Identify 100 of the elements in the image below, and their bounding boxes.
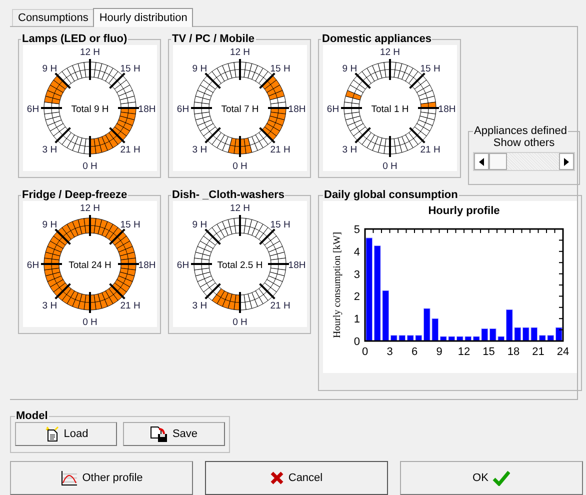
group-title: TV / PC / Mobile: [171, 33, 256, 45]
hour-label: 21 H: [270, 300, 290, 312]
chart-title: Hourly profile: [428, 205, 500, 217]
tab[interactable]: Hourly distribution: [93, 8, 194, 27]
group-title: Fridge / Deep-freeze: [21, 189, 128, 201]
ring-segment[interactable]: [83, 62, 90, 78]
y-tick-label: 1: [354, 314, 360, 326]
ring-segment[interactable]: [270, 258, 286, 264]
ring-segment[interactable]: [120, 258, 136, 264]
ring-segment[interactable]: [120, 102, 136, 108]
hour-label: 0 H: [82, 161, 97, 171]
hour-label: 18H: [288, 104, 306, 115]
total-label: Total 9 H: [70, 104, 108, 115]
x-tick-label: 24: [556, 346, 570, 358]
hour-label: 12 H: [229, 203, 250, 214]
group-title: Lamps (LED or fluo): [21, 33, 128, 45]
group-title: Daily global consumption: [323, 189, 459, 201]
y-tick-label: 3: [354, 268, 360, 281]
hour-label: 3 H: [42, 144, 57, 156]
hour-label: 0 H: [82, 317, 97, 327]
hour-label: 6H: [176, 260, 189, 271]
x-tick-label: 3: [386, 346, 393, 358]
hour-label: 12 H: [379, 47, 400, 58]
hour-label: 12 H: [79, 203, 100, 214]
group-title: Model: [15, 410, 49, 422]
hour-label: 12 H: [229, 47, 250, 58]
cancel-button[interactable]: Cancel: [205, 461, 388, 495]
hour-label: 15 H: [270, 64, 290, 75]
hour-label: 15 H: [270, 220, 290, 231]
chart-icon: [60, 470, 78, 486]
total-label: Total 1 H: [370, 104, 408, 115]
ring-segment[interactable]: [116, 84, 132, 96]
ring-segment[interactable]: [383, 62, 390, 78]
group-title: Domestic appliances: [321, 33, 432, 45]
ring-segment[interactable]: [251, 290, 263, 307]
ring-segment[interactable]: [233, 218, 240, 234]
hour-label: 12 H: [79, 47, 100, 58]
group-title: Dish- _Cloth-washers: [171, 189, 286, 201]
x-tick-label: 9: [436, 346, 442, 358]
hour-label: 6H: [176, 104, 189, 115]
hour-label: 0 H: [382, 161, 397, 171]
ring-segment[interactable]: [83, 218, 90, 234]
total-label: Total 2.5 H: [216, 260, 262, 271]
ring-segment[interactable]: [266, 84, 282, 96]
save-button[interactable]: Save: [123, 422, 225, 446]
floppy-disk-icon: [150, 426, 168, 442]
scroll-thumb[interactable]: [489, 153, 507, 170]
document-icon: [44, 426, 60, 442]
x-tick-label: 0: [362, 346, 368, 358]
y-tick-label: 0: [354, 336, 360, 348]
group-title: Appliances defined: [473, 125, 568, 137]
hour-label: 9 H: [42, 220, 57, 231]
x-tick-label: 18: [507, 346, 520, 358]
x-tick-label: 15: [482, 346, 495, 358]
ring-segment[interactable]: [266, 240, 282, 252]
ring-segment[interactable]: [420, 102, 436, 108]
check-icon: [492, 470, 510, 486]
hour-label: 9 H: [192, 64, 207, 75]
ring-segment[interactable]: [101, 290, 113, 307]
y-tick-label: 4: [354, 246, 360, 258]
scroll-right-icon[interactable]: [559, 153, 574, 170]
hour-label: 15 H: [120, 220, 140, 231]
x-tick-label: 6: [411, 346, 418, 358]
hour-label: 21 H: [270, 144, 290, 156]
hour-label: 18H: [138, 104, 156, 115]
profile-button[interactable]: Other profile: [10, 461, 193, 495]
x-tick-label: 12: [458, 346, 470, 358]
scroll-label: Show others: [492, 137, 556, 149]
hour-label: 6H: [326, 104, 339, 115]
hour-label: 9 H: [42, 64, 57, 75]
hour-label: 21 H: [420, 144, 440, 156]
ring-segment[interactable]: [401, 134, 413, 151]
hour-label: 15 H: [120, 64, 140, 75]
hour-label: 18H: [138, 260, 156, 271]
ring-segment[interactable]: [101, 134, 113, 151]
hour-label: 3 H: [192, 300, 207, 312]
ring-segment[interactable]: [116, 276, 132, 288]
cross-icon: [270, 471, 284, 485]
scrollbar[interactable]: [473, 152, 575, 171]
ok-button[interactable]: OK: [400, 461, 583, 495]
scroll-left-icon[interactable]: [474, 153, 489, 170]
ring-segment[interactable]: [251, 134, 263, 151]
load-button[interactable]: Load: [15, 422, 117, 446]
ring-segment[interactable]: [266, 276, 282, 288]
ring-segment[interactable]: [416, 84, 432, 96]
y-tick-label: 2: [354, 291, 360, 304]
ring-segment[interactable]: [270, 102, 286, 108]
tab[interactable]: Consumptions: [12, 9, 94, 26]
hour-label: 3 H: [342, 144, 357, 156]
hour-label: 18H: [288, 260, 306, 271]
hour-label: 0 H: [232, 317, 247, 327]
hour-label: 3 H: [42, 300, 57, 312]
ring-segment[interactable]: [233, 62, 240, 78]
hour-label: 9 H: [342, 64, 357, 75]
x-tick-label: 21: [532, 346, 544, 358]
y-axis-label: Hourly consumption [kW]: [332, 232, 343, 338]
ring-segment[interactable]: [116, 240, 132, 252]
hour-label: 18H: [438, 104, 456, 115]
hour-label: 21 H: [120, 144, 140, 156]
hour-label: 15 H: [420, 64, 440, 75]
